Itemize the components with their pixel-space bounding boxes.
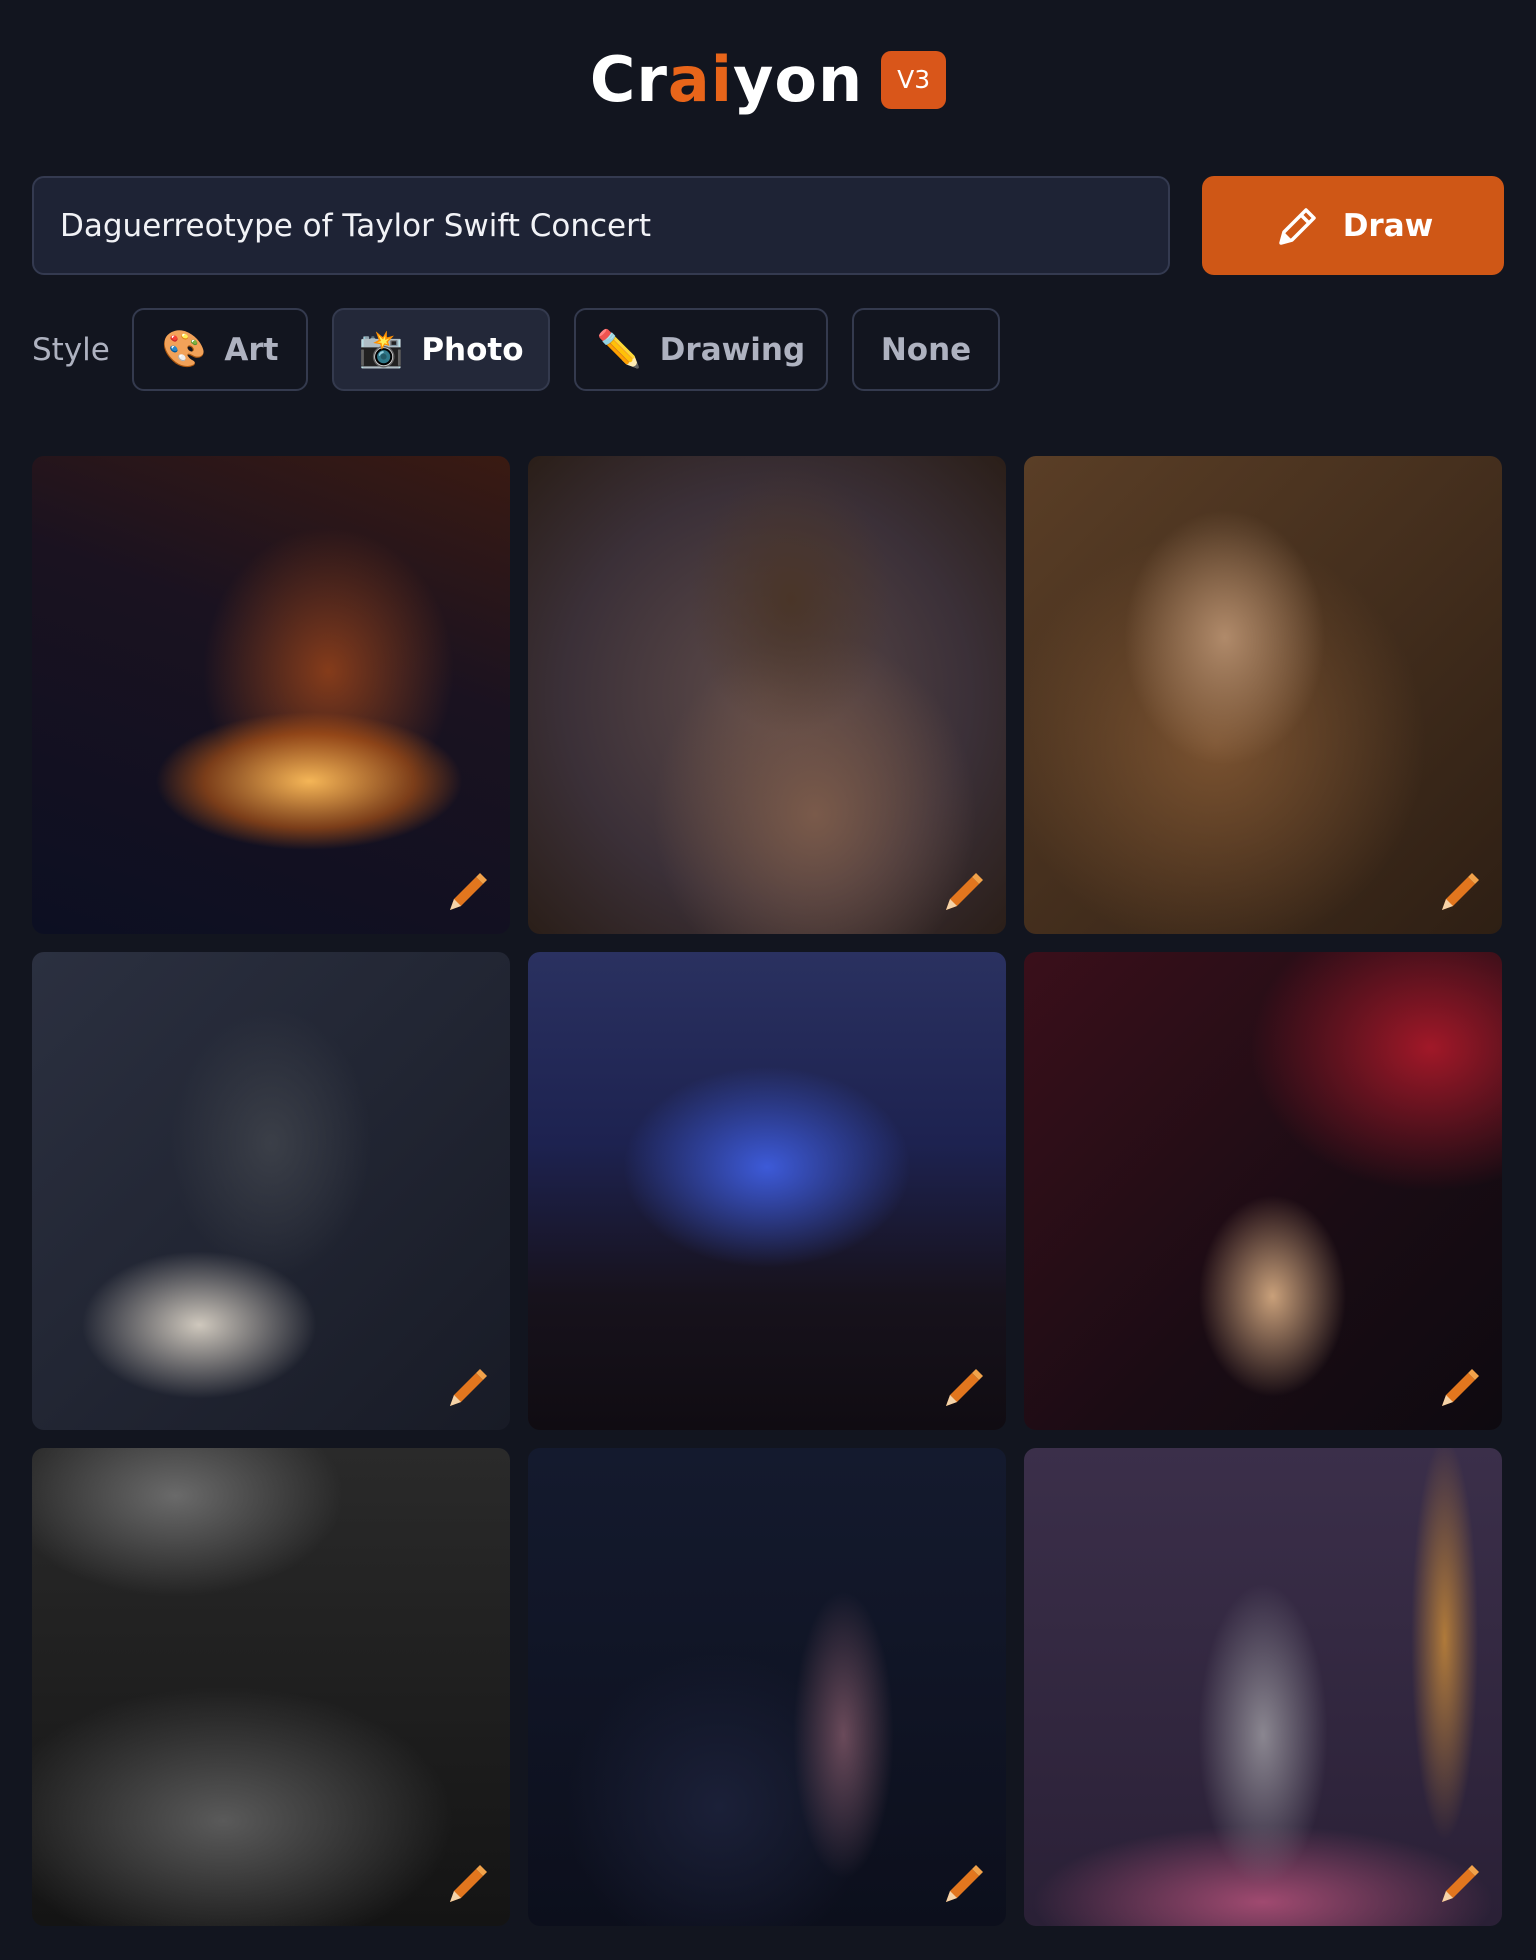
pencil-icon[interactable] [936,866,988,918]
style-photo-button[interactable]: 📸 Photo [332,308,550,391]
pencil-icon[interactable] [936,1858,988,1910]
logo[interactable]: Craiyon V3 [0,44,1536,116]
result-image[interactable] [32,456,510,934]
style-photo-label: Photo [421,331,524,368]
style-none-label: None [880,331,972,368]
result-image[interactable] [528,1448,1006,1926]
draw-button[interactable]: Draw [1202,176,1504,275]
camera-flash-icon: 📸 [358,328,404,370]
result-image[interactable] [1024,952,1502,1430]
palette-icon: 🎨 [161,328,207,370]
pencil-icon[interactable] [440,866,492,918]
result-image[interactable] [32,1448,510,1926]
prompt-input[interactable] [32,176,1170,275]
style-art-label: Art [224,331,279,368]
pencil-icon[interactable] [440,1858,492,1910]
style-art-button[interactable]: 🎨 Art [132,308,308,391]
style-label: Style [32,332,110,368]
result-image[interactable] [528,952,1006,1430]
result-image[interactable] [32,952,510,1430]
logo-text: Craiyon [589,43,864,116]
draw-button-label: Draw [1342,207,1434,244]
pencil-icon[interactable] [1432,866,1484,918]
pencil-emoji-icon: ✏️ [596,328,642,370]
style-none-button[interactable]: None [852,308,1000,391]
results-grid [32,456,1502,1926]
pencil-icon [1278,207,1316,245]
pencil-icon[interactable] [936,1362,988,1414]
result-image[interactable] [1024,1448,1502,1926]
version-badge: V3 [881,51,947,109]
craiyon-page: Craiyon V3 Draw Style 🎨 Art 📸 Photo ✏️ D… [0,0,1536,1960]
result-image[interactable] [1024,456,1502,934]
style-drawing-button[interactable]: ✏️ Drawing [574,308,828,391]
pencil-icon[interactable] [1432,1858,1484,1910]
result-image[interactable] [528,456,1006,934]
pencil-icon[interactable] [1432,1362,1484,1414]
style-drawing-label: Drawing [659,331,806,368]
pencil-icon[interactable] [440,1362,492,1414]
